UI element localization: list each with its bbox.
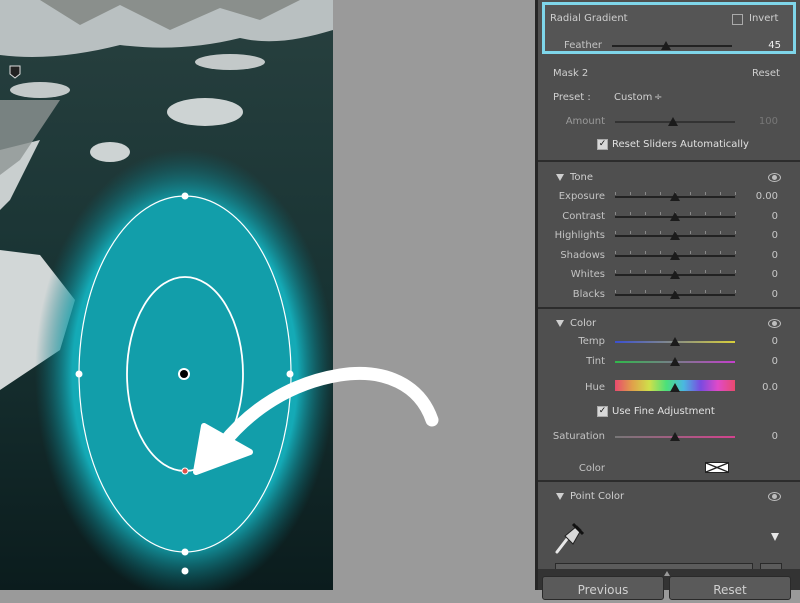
point-color-menu-triangle-icon[interactable] xyxy=(771,533,779,541)
reset-button[interactable]: Reset xyxy=(669,576,791,600)
contrast-label: Contrast xyxy=(562,210,605,222)
exposure-label: Exposure xyxy=(558,191,605,202)
whites-slider-knob[interactable] xyxy=(670,270,680,279)
exposure-slider-knob[interactable] xyxy=(670,192,680,201)
blacks-slider-knob[interactable] xyxy=(670,289,680,299)
feather-label: Feather xyxy=(563,40,602,51)
whites-value[interactable]: 0 xyxy=(750,269,778,280)
color-swatch-icon[interactable] xyxy=(705,462,729,473)
point-color-disclosure-triangle-icon[interactable] xyxy=(556,493,564,500)
shadows-label: Shadows xyxy=(560,249,605,261)
contrast-value[interactable]: 0 xyxy=(750,211,778,222)
shadows-value[interactable]: 0 xyxy=(750,250,778,261)
tone-eye-icon[interactable] xyxy=(768,173,781,182)
saturation-label: Saturation xyxy=(552,431,605,442)
contrast-slider-knob[interactable] xyxy=(670,211,680,221)
temp-value[interactable]: 0 xyxy=(750,336,778,347)
tint-label: Tint xyxy=(586,356,605,367)
saturation-slider-knob[interactable] xyxy=(670,432,680,441)
highlights-label: Highlights xyxy=(554,230,605,241)
eyedropper-icon[interactable] xyxy=(553,520,585,554)
fine-adjustment-checkbox[interactable]: ✓ xyxy=(597,406,608,417)
photo-canvas[interactable] xyxy=(0,0,333,590)
feather-slider-knob[interactable] xyxy=(661,41,671,50)
temp-label: Temp xyxy=(578,336,605,347)
mask-type-title: Radial Gradient xyxy=(550,13,628,24)
mask-handle-top[interactable] xyxy=(181,192,189,200)
temp-slider-knob[interactable] xyxy=(670,337,680,346)
hue-value[interactable]: 0.0 xyxy=(750,382,778,393)
amount-label: Amount xyxy=(565,116,605,127)
point-color-section-title[interactable]: Point Color xyxy=(570,491,624,502)
mask-handle-left[interactable] xyxy=(75,370,83,378)
blacks-value[interactable]: 0 xyxy=(750,289,778,300)
highlights-value[interactable]: 0 xyxy=(750,230,778,241)
amount-value: 100 xyxy=(758,116,778,127)
develop-right-panel: Radial Gradient Invert Feather 45 Mask 2… xyxy=(535,0,800,600)
shadows-slider-knob[interactable] xyxy=(670,250,680,260)
color-section-title[interactable]: Color xyxy=(570,318,596,329)
previous-button[interactable]: Previous xyxy=(542,576,664,600)
reset-sliders-label: Reset Sliders Automatically xyxy=(612,139,749,150)
saturation-value[interactable]: 0 xyxy=(750,431,778,442)
tone-disclosure-triangle-icon[interactable] xyxy=(556,174,564,181)
radial-gradient-header: Radial Gradient Invert Feather 45 xyxy=(542,2,796,54)
mask-rotate-handle[interactable] xyxy=(181,567,189,575)
fine-adjustment-label: Use Fine Adjustment xyxy=(612,406,715,417)
whites-label: Whites xyxy=(570,269,605,280)
preset-dropdown[interactable]: Custom xyxy=(614,92,652,103)
hue-slider-knob[interactable] xyxy=(670,383,680,392)
amount-slider-knob[interactable] xyxy=(668,117,678,126)
color-disclosure-triangle-icon[interactable] xyxy=(556,320,564,327)
mask-reset-link[interactable]: Reset xyxy=(752,68,780,79)
exposure-value[interactable]: 0.00 xyxy=(750,191,778,202)
mask-handle-right[interactable] xyxy=(286,370,294,378)
invert-label: Invert xyxy=(749,13,779,24)
mask-name: Mask 2 xyxy=(553,68,589,79)
invert-checkbox[interactable] xyxy=(732,14,743,25)
empty-canvas-area xyxy=(333,0,535,590)
feather-handle[interactable] xyxy=(181,467,189,475)
preset-caret-icon[interactable]: ÷ xyxy=(654,92,662,103)
tint-slider-knob[interactable] xyxy=(670,357,680,366)
tint-value[interactable]: 0 xyxy=(750,356,778,367)
tone-section-title[interactable]: Tone xyxy=(570,172,593,183)
reset-sliders-checkbox[interactable]: ✓ xyxy=(597,139,608,150)
feather-slider-track[interactable] xyxy=(612,45,732,47)
point-color-eye-icon[interactable] xyxy=(768,492,781,501)
preset-label: Preset : xyxy=(553,92,591,103)
highlights-slider-knob[interactable] xyxy=(670,231,680,240)
color-eye-icon[interactable] xyxy=(768,319,781,328)
mask-handle-bottom[interactable] xyxy=(181,548,189,556)
color-swatch-label: Color xyxy=(578,463,605,474)
hue-label: Hue xyxy=(584,382,605,393)
feather-value[interactable]: 45 xyxy=(753,40,781,51)
panel-collapse-triangle-icon[interactable] xyxy=(664,571,670,576)
blacks-label: Blacks xyxy=(572,288,605,300)
